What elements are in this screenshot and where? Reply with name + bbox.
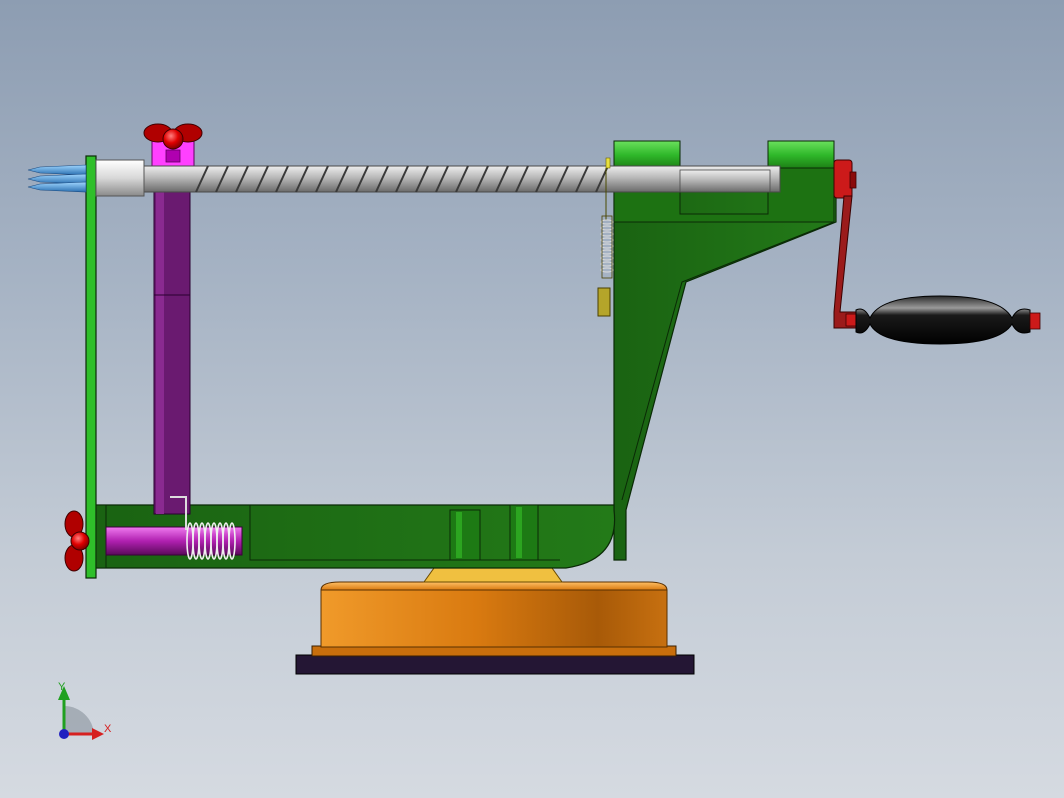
spike-1: [27, 164, 87, 176]
screw-smooth-section: [679, 169, 771, 193]
handle-end-cap: [1029, 312, 1041, 330]
coordinate-triad[interactable]: Y X: [58, 681, 112, 740]
carriage-column[interactable]: [151, 139, 195, 515]
spring-coil: [600, 255, 614, 261]
spring-coil: [600, 231, 614, 237]
crank[interactable]: [833, 159, 857, 329]
y-axis-label: Y: [58, 681, 66, 693]
z-axis-dot: [59, 729, 69, 739]
left-plate-foot: [95, 504, 107, 569]
frame-slot-highlight-1: [456, 512, 462, 558]
spring-coil: [600, 261, 614, 267]
column-highlight: [156, 168, 164, 514]
graphics-viewport[interactable]: Y X: [0, 0, 1064, 798]
crank-arm: [833, 195, 857, 329]
spring-coil: [600, 267, 614, 273]
base[interactable]: [295, 567, 695, 675]
spring-coil: [600, 225, 614, 231]
tension-rod: [105, 526, 243, 556]
frame-slot-highlight-2: [516, 507, 522, 558]
screw-pin: [605, 157, 611, 169]
spring-coil: [600, 249, 614, 255]
frame-upright: [613, 167, 837, 561]
fork-spikes: [27, 164, 87, 193]
triad-plane: [64, 705, 94, 734]
spring-coil: [600, 243, 614, 249]
wing-nut-hub: [162, 128, 184, 150]
frame-slot-right: [509, 504, 539, 561]
frame-slot-left: [449, 509, 481, 561]
spike-3: [27, 181, 87, 193]
spring-top-coils: [600, 219, 614, 273]
carriage-slot: [165, 149, 181, 163]
base-top: [320, 581, 668, 591]
bearing-block-left: [613, 140, 681, 170]
handle[interactable]: [845, 295, 1041, 345]
bearing-block-right: [767, 140, 835, 170]
base-neck: [423, 567, 563, 583]
model-canvas[interactable]: Y X: [0, 0, 1064, 798]
x-axis-head: [92, 728, 104, 740]
x-axis-label: X: [104, 723, 112, 735]
screw-sleeve: [95, 159, 145, 197]
crank-hub-cap: [849, 171, 857, 189]
base-plate: [295, 654, 695, 675]
wing-nut-hub: [70, 531, 90, 551]
spring-coil: [600, 237, 614, 243]
handle-grip: [855, 295, 1031, 345]
bracket: [597, 287, 611, 317]
left-plate: [85, 155, 97, 579]
spring-coil: [600, 219, 614, 225]
base-body: [320, 589, 668, 648]
crank-hub: [833, 159, 853, 199]
